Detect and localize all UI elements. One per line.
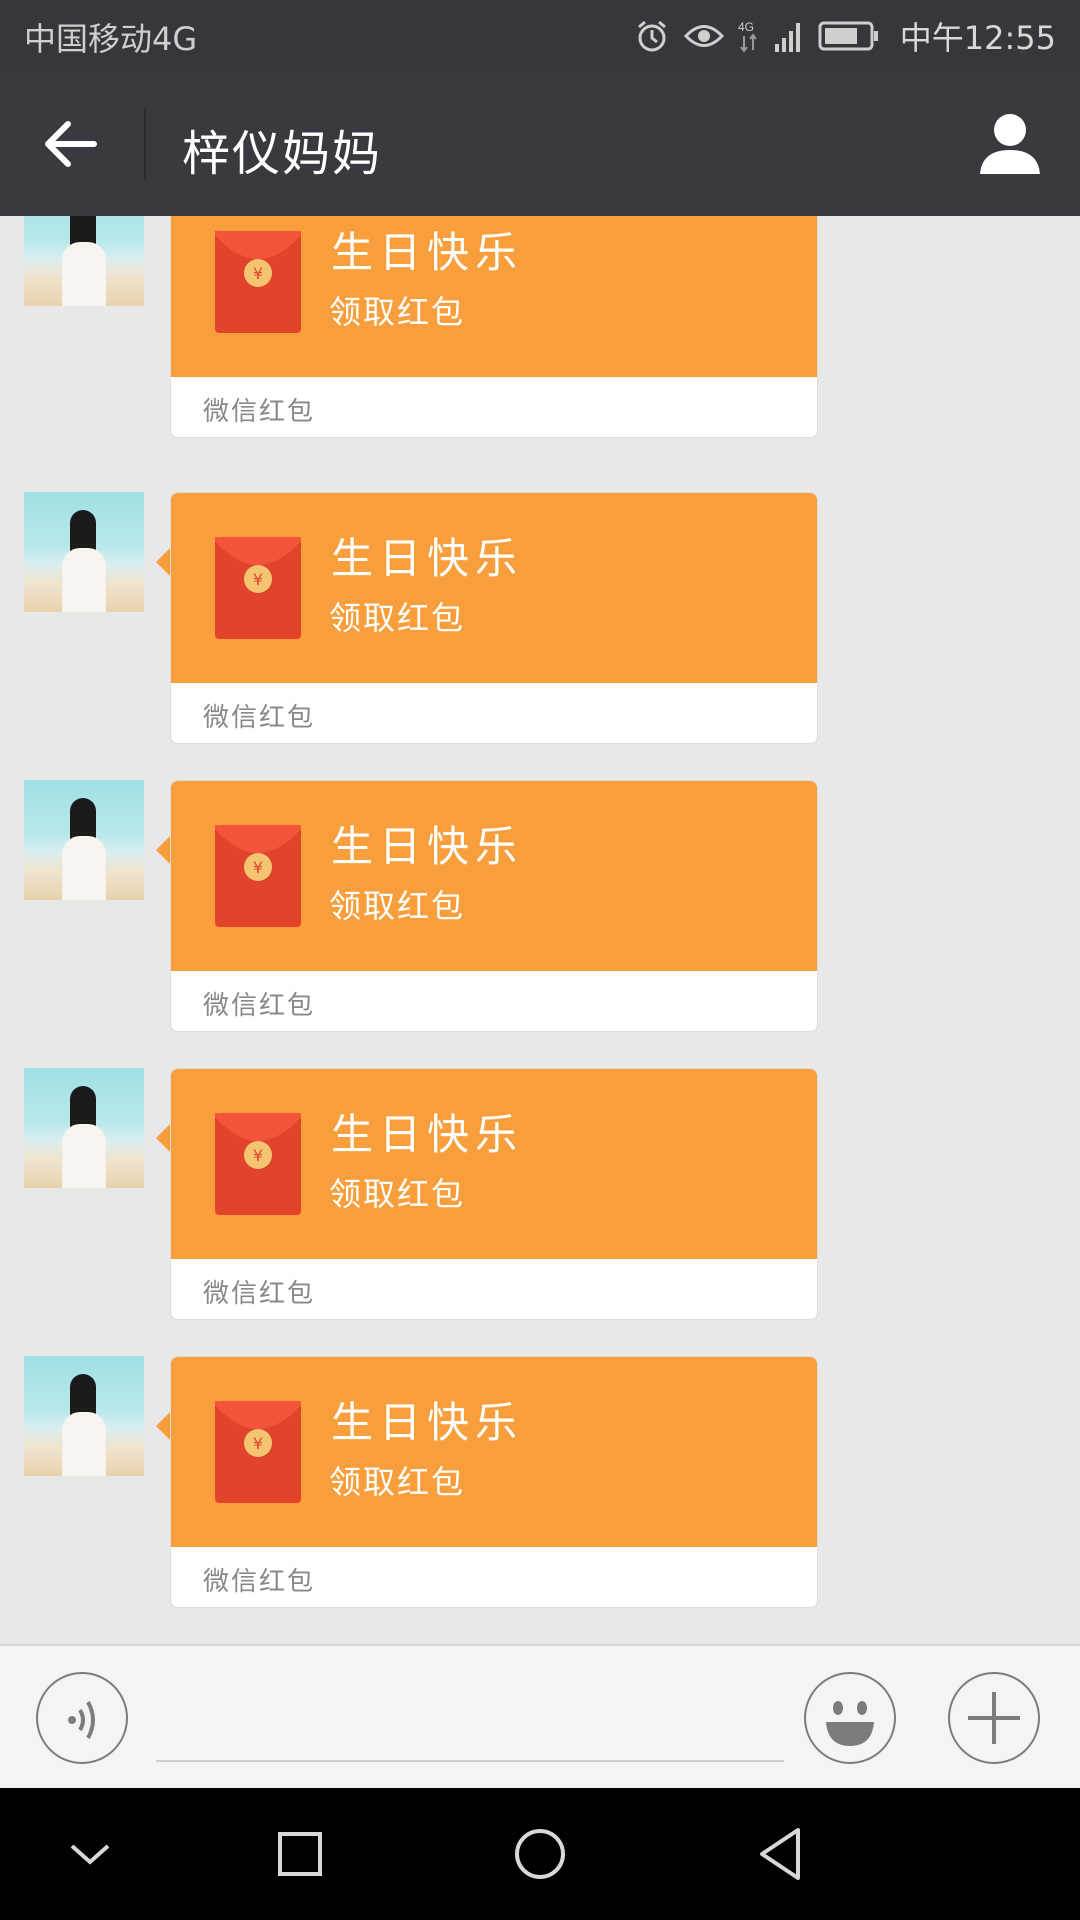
clock: 中午12:55	[899, 19, 1056, 57]
red-packet-card[interactable]: ¥ 生日快乐 领取红包 微信红包	[170, 216, 818, 438]
chat-info-button[interactable]	[976, 110, 1044, 178]
person-icon	[980, 114, 1040, 174]
status-icons: 4G 中午12:55	[634, 12, 1056, 60]
header-divider	[144, 108, 146, 180]
red-packet-action: 领取红包	[329, 1463, 466, 1501]
battery-icon	[818, 21, 878, 51]
carrier-label: 中国移动4G	[24, 20, 198, 58]
red-packet-action: 领取红包	[329, 599, 466, 637]
message-row: ¥ 生日快乐 领取红包 微信红包	[0, 492, 1080, 744]
chevron-down-icon	[70, 1844, 110, 1865]
message-row: ¥ 生日快乐 领取红包 微信红包	[0, 1356, 1080, 1608]
chat-header: 梓仪妈妈	[0, 72, 1080, 216]
message-list[interactable]: ¥ 生日快乐 领取红包 微信红包 ¥ 生日快乐 领取红包 微信红包 ¥ 生日快乐…	[0, 216, 1080, 1644]
red-packet-greeting: 生日快乐	[331, 534, 524, 583]
input-bar	[0, 1644, 1080, 1790]
back-arrow-icon	[45, 121, 97, 167]
red-packet-greeting: 生日快乐	[331, 1110, 524, 1159]
avatar[interactable]	[24, 780, 144, 900]
svg-text:¥: ¥	[253, 264, 263, 283]
red-packet-header: ¥ 生日快乐 领取红包	[171, 216, 817, 377]
back-nav-button[interactable]	[744, 1818, 816, 1890]
svg-text:¥: ¥	[253, 858, 263, 877]
status-bar: 中国移动4G 4G 中午12:55	[0, 0, 1080, 72]
square-icon	[278, 1832, 322, 1876]
red-packet-header: ¥ 生日快乐 领取红包	[171, 781, 817, 971]
red-packet-card[interactable]: ¥ 生日快乐 领取红包 微信红包	[170, 1356, 818, 1608]
red-packet-greeting: 生日快乐	[331, 822, 524, 871]
red-packet-footer: 微信红包	[171, 971, 817, 1031]
red-packet-header: ¥ 生日快乐 领取红包	[171, 1357, 817, 1547]
red-packet-brand: 微信红包	[203, 397, 316, 427]
red-envelope-icon: ¥	[215, 1401, 301, 1503]
chat-title: 梓仪妈妈	[182, 126, 383, 182]
circle-icon	[515, 1829, 565, 1879]
red-envelope-icon: ¥	[215, 1113, 301, 1215]
message-row: ¥ 生日快乐 领取红包 微信红包	[0, 1068, 1080, 1320]
red-envelope-icon: ¥	[215, 825, 301, 927]
red-envelope-icon: ¥	[215, 231, 301, 333]
more-button[interactable]	[948, 1672, 1040, 1764]
red-packet-footer: 微信红包	[171, 683, 817, 743]
red-packet-action: 领取红包	[329, 887, 466, 925]
red-packet-header: ¥ 生日快乐 领取红包	[171, 1069, 817, 1259]
red-packet-greeting: 生日快乐	[331, 228, 524, 277]
red-packet-brand: 微信红包	[203, 1279, 316, 1309]
plus-icon	[968, 1692, 1020, 1744]
alarm-icon	[637, 20, 666, 52]
network-badge-text: 4G	[738, 20, 754, 34]
voice-icon	[68, 1701, 95, 1739]
recents-button[interactable]	[264, 1818, 336, 1890]
red-packet-footer: 微信红包	[171, 377, 817, 437]
red-packet-footer: 微信红包	[171, 1547, 817, 1607]
red-packet-greeting: 生日快乐	[331, 1398, 524, 1447]
svg-text:¥: ¥	[253, 1146, 263, 1165]
voice-button[interactable]	[36, 1672, 128, 1764]
home-button[interactable]	[504, 1818, 576, 1890]
red-packet-action: 领取红包	[329, 1175, 466, 1213]
red-packet-action: 领取红包	[329, 293, 466, 331]
emoji-button[interactable]	[804, 1672, 896, 1764]
avatar[interactable]	[24, 1356, 144, 1476]
avatar[interactable]	[24, 216, 144, 306]
avatar[interactable]	[24, 492, 144, 612]
signal-icon	[774, 23, 800, 52]
message-row: ¥ 生日快乐 领取红包 微信红包	[0, 780, 1080, 1032]
red-packet-card[interactable]: ¥ 生日快乐 领取红包 微信红包	[170, 492, 818, 744]
red-packet-card[interactable]: ¥ 生日快乐 领取红包 微信红包	[170, 1068, 818, 1320]
system-nav-bar	[0, 1788, 1080, 1920]
avatar[interactable]	[24, 1068, 144, 1188]
red-packet-brand: 微信红包	[203, 703, 316, 733]
eye-icon	[683, 25, 724, 47]
red-packet-footer: 微信红包	[171, 1259, 817, 1319]
hide-keyboard-button[interactable]	[54, 1818, 126, 1890]
red-envelope-icon: ¥	[215, 537, 301, 639]
emoji-icon	[826, 1701, 874, 1746]
red-packet-brand: 微信红包	[203, 991, 316, 1021]
red-packet-brand: 微信红包	[203, 1567, 316, 1597]
red-packet-header: ¥ 生日快乐 领取红包	[171, 493, 817, 683]
triangle-back-icon	[760, 1828, 800, 1880]
message-input[interactable]	[156, 1686, 784, 1762]
svg-text:¥: ¥	[253, 570, 263, 589]
message-row: ¥ 生日快乐 领取红包 微信红包	[0, 216, 1080, 438]
red-packet-card[interactable]: ¥ 生日快乐 领取红包 微信红包	[170, 780, 818, 1032]
back-button[interactable]	[40, 114, 104, 174]
network-4g-icon: 4G	[738, 20, 757, 53]
svg-text:¥: ¥	[253, 1434, 263, 1453]
